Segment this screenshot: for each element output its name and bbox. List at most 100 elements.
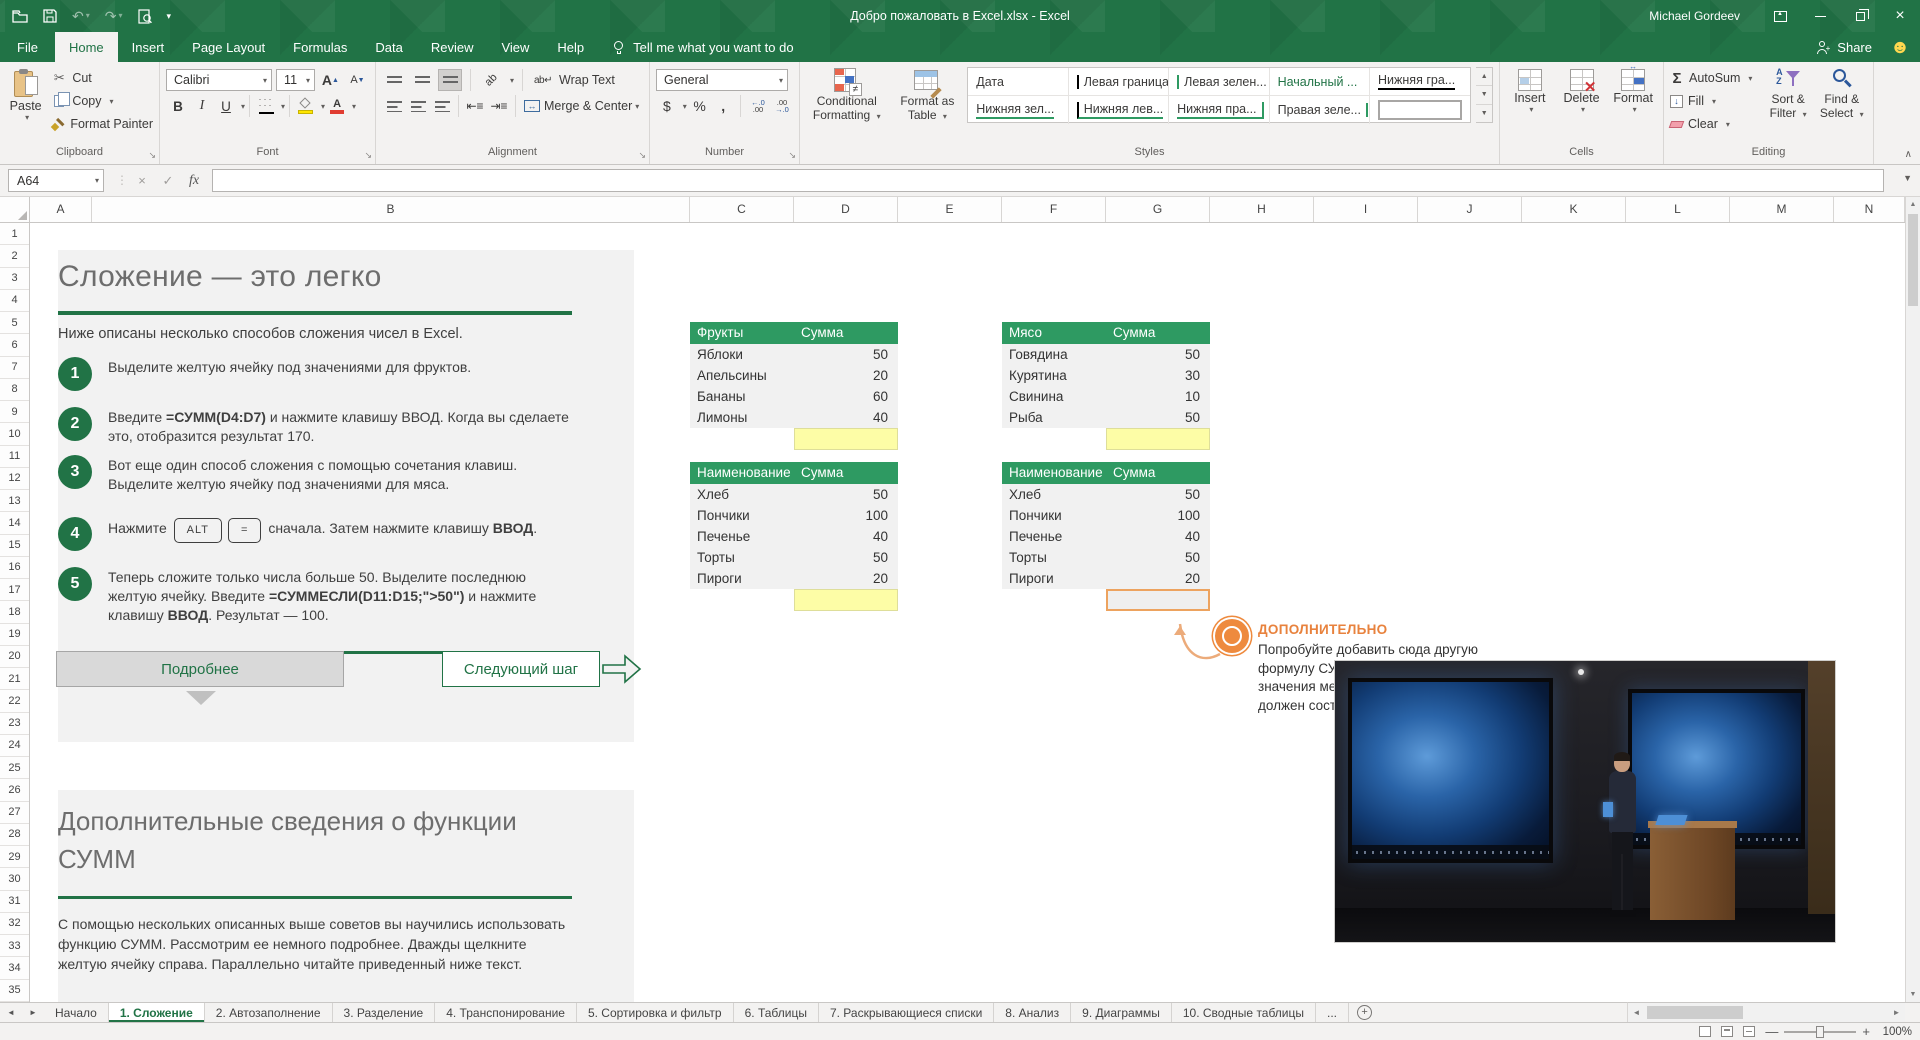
delete-cells-button[interactable]: ✕ Delete▾: [1558, 67, 1606, 146]
align-top-icon[interactable]: [382, 69, 406, 91]
minimize-button[interactable]: [1800, 0, 1840, 32]
decrease-decimal-icon[interactable]: .00→.0: [771, 95, 793, 117]
row-header-18[interactable]: 18: [0, 601, 29, 623]
clipboard-dialog-launcher-icon[interactable]: ↘: [148, 150, 156, 161]
vertical-scroll-thumb[interactable]: [1908, 214, 1918, 306]
zoom-out-icon[interactable]: —: [1765, 1027, 1778, 1037]
column-header-I[interactable]: I: [1314, 197, 1418, 223]
row-header-7[interactable]: 7: [0, 357, 29, 379]
column-header-C[interactable]: C: [690, 197, 794, 223]
row-header-30[interactable]: 30: [0, 868, 29, 890]
open-icon[interactable]: [12, 10, 28, 23]
expand-formula-bar-icon[interactable]: ▼: [1903, 173, 1912, 183]
row-header-20[interactable]: 20: [0, 646, 29, 668]
horizontal-scrollbar[interactable]: ◄ ►: [1627, 1002, 1905, 1022]
style-gallery-item-5[interactable]: Нижняя зел...: [968, 96, 1068, 124]
decrease-indent-icon[interactable]: ⇤≡: [463, 95, 487, 117]
row-header-1[interactable]: 1: [0, 223, 29, 245]
row-header-22[interactable]: 22: [0, 690, 29, 712]
ribbon-tab-7[interactable]: Help: [543, 32, 598, 62]
column-header-H[interactable]: H: [1210, 197, 1314, 223]
merge-center-button[interactable]: Merge & Center: [544, 99, 632, 113]
italic-button[interactable]: I: [190, 95, 214, 117]
gallery-more-icon[interactable]: ▼: [1476, 105, 1492, 122]
style-gallery-item-0[interactable]: Дата: [968, 68, 1068, 96]
new-sheet-button[interactable]: +: [1357, 1005, 1372, 1020]
style-gallery-item-9[interactable]: [1370, 96, 1470, 124]
ribbon-tab-file[interactable]: File: [0, 32, 55, 62]
paste-button[interactable]: Paste ▾: [6, 67, 45, 146]
share-button[interactable]: + Share: [1817, 40, 1872, 55]
row-header-2[interactable]: 2: [0, 245, 29, 267]
row-header-6[interactable]: 6: [0, 334, 29, 356]
customize-qat-icon[interactable]: ▾: [167, 12, 172, 21]
align-left-icon[interactable]: [382, 95, 406, 117]
align-middle-icon[interactable]: [410, 69, 434, 91]
row-header-29[interactable]: 29: [0, 846, 29, 868]
row-header-5[interactable]: 5: [0, 312, 29, 334]
borders-button[interactable]: [254, 95, 278, 117]
column-header-J[interactable]: J: [1418, 197, 1522, 223]
restore-button[interactable]: [1840, 0, 1880, 32]
wrap-text-button[interactable]: Wrap Text: [559, 73, 615, 87]
print-preview-icon[interactable]: [138, 9, 152, 24]
underline-button[interactable]: U: [214, 95, 238, 117]
zoom-level[interactable]: 100%: [1880, 1026, 1912, 1038]
column-header-M[interactable]: M: [1730, 197, 1834, 223]
close-button[interactable]: ×: [1880, 0, 1920, 32]
row-header-8[interactable]: 8: [0, 379, 29, 401]
number-format-select[interactable]: General▾: [656, 69, 788, 91]
format-as-table-button[interactable]: Format asTable ▾: [892, 67, 962, 146]
fill-button[interactable]: ↓Fill▾: [1670, 90, 1760, 112]
row-header-13[interactable]: 13: [0, 490, 29, 512]
format-painter-button[interactable]: Format Painter: [51, 113, 153, 135]
autosum-button[interactable]: ΣAutoSum▾: [1670, 67, 1760, 89]
column-header-D[interactable]: D: [794, 197, 898, 223]
style-gallery-item-3[interactable]: Начальный ...: [1270, 68, 1370, 96]
account-name[interactable]: Michael Gordeev: [1649, 9, 1740, 23]
sheet-tab-9[interactable]: 9. Диаграммы: [1071, 1003, 1172, 1022]
bold-button[interactable]: B: [166, 95, 190, 117]
align-right-icon[interactable]: [430, 95, 454, 117]
scroll-down-icon[interactable]: ▼: [1906, 987, 1920, 1002]
ribbon-tab-5[interactable]: Review: [417, 32, 488, 62]
clear-button[interactable]: Clear▾: [1670, 113, 1760, 135]
undo-icon[interactable]: ↶▾: [72, 9, 90, 23]
gallery-scroll-down-icon[interactable]: ▼: [1476, 86, 1492, 104]
tell-me-box[interactable]: Tell me what you want to do: [598, 32, 807, 62]
row-header-34[interactable]: 34: [0, 957, 29, 979]
row-header-15[interactable]: 15: [0, 535, 29, 557]
format-cells-button[interactable]: ↔ Format▾: [1609, 67, 1657, 146]
highlight-cell-yellow[interactable]: [1106, 428, 1210, 450]
ribbon-display-options-icon[interactable]: ▲: [1760, 0, 1800, 32]
find-select-button[interactable]: Find &Select ▾: [1816, 67, 1867, 146]
worksheet[interactable]: Сложение — это легко Ниже описаны нескол…: [30, 223, 1905, 1002]
feedback-smiley-icon[interactable]: ☻: [1890, 38, 1910, 57]
ribbon-tab-2[interactable]: Page Layout: [178, 32, 279, 62]
video-overlay[interactable]: [1334, 660, 1836, 943]
row-header-10[interactable]: 10: [0, 423, 29, 445]
copy-button[interactable]: Copy▾: [51, 90, 153, 112]
normal-view-icon[interactable]: [1699, 1026, 1711, 1037]
sheet-tab-2[interactable]: 2. Автозаполнение: [205, 1003, 333, 1022]
ribbon-tab-4[interactable]: Data: [361, 32, 416, 62]
row-header-19[interactable]: 19: [0, 624, 29, 646]
sheet-nav-left-icon[interactable]: ◄: [0, 1003, 22, 1022]
style-gallery-item-8[interactable]: Правая зеле...: [1270, 96, 1370, 124]
row-header-24[interactable]: 24: [0, 735, 29, 757]
scroll-right-icon[interactable]: ►: [1888, 1008, 1905, 1017]
page-layout-view-icon[interactable]: [1721, 1026, 1733, 1037]
sheet-tab-3[interactable]: 3. Разделение: [333, 1003, 436, 1022]
increase-decimal-icon[interactable]: ←.0.00: [747, 95, 769, 117]
font-dialog-launcher-icon[interactable]: ↘: [364, 150, 372, 161]
column-header-F[interactable]: F: [1002, 197, 1106, 223]
column-header-K[interactable]: K: [1522, 197, 1626, 223]
font-size-select[interactable]: 11▾: [276, 69, 315, 91]
select-all-corner[interactable]: [0, 197, 30, 223]
sheet-tab-8[interactable]: 8. Анализ: [994, 1003, 1071, 1022]
align-bottom-icon[interactable]: [438, 69, 462, 91]
row-header-27[interactable]: 27: [0, 802, 29, 824]
zoom-slider-thumb[interactable]: [1816, 1026, 1824, 1038]
decrease-font-icon[interactable]: A▼: [346, 69, 369, 91]
confirm-entry-icon[interactable]: ✓: [156, 169, 180, 192]
